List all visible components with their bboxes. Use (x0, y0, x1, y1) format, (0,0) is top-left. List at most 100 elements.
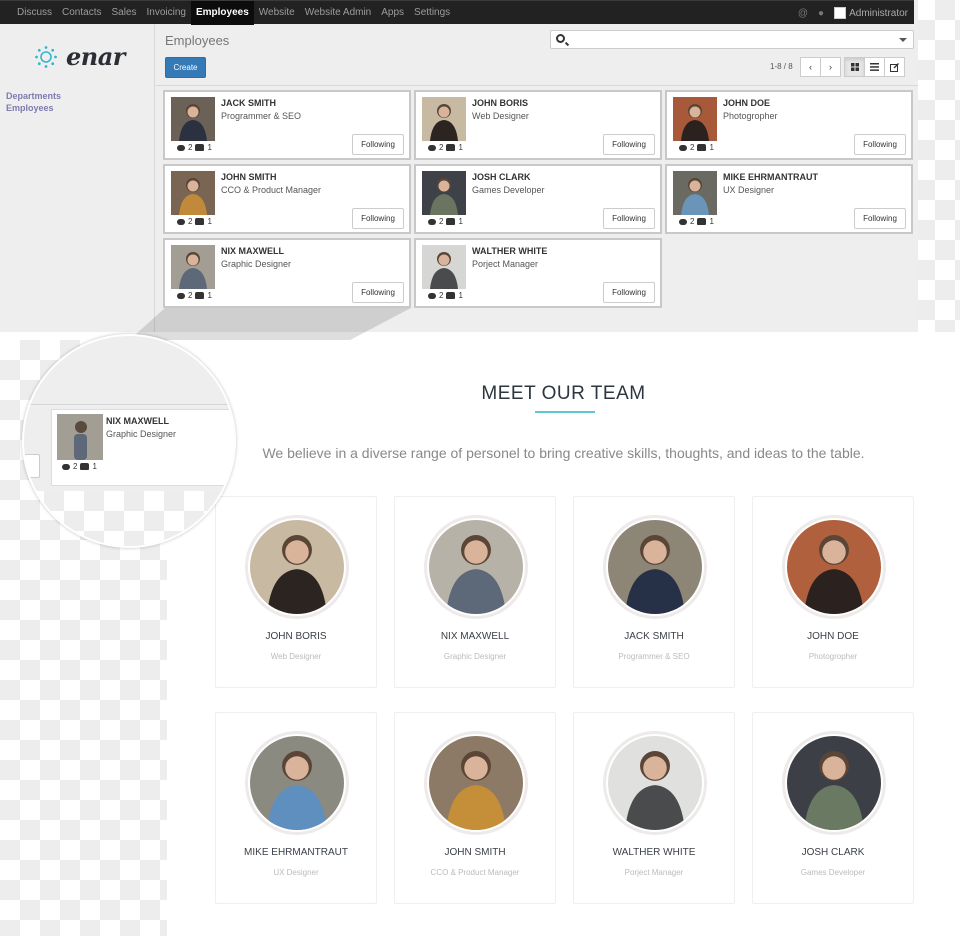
employee-job: Programmer & SEO (221, 111, 302, 121)
employee-card[interactable]: WALTHER WHITE Porject Manager 2 1 Follow… (414, 238, 662, 308)
team-member-card: JOHN DOE Photogropher (752, 496, 914, 688)
member-photo-frame (603, 731, 707, 835)
backend-screenshot: Discuss Contacts Sales Invoicing Employees We… (0, 0, 918, 332)
team-member-card: NIX MAXWELL Graphic Designer (394, 496, 556, 688)
menu-item-website-admin[interactable]: Website Admin (300, 1, 377, 25)
chevron-down-icon[interactable] (899, 38, 907, 42)
pager-previous-button[interactable]: ‹ (800, 57, 821, 77)
employee-photo (673, 171, 717, 215)
pager-next-button[interactable]: › (820, 57, 841, 77)
member-photo (429, 736, 523, 830)
employee-card[interactable]: MIKE EHRMANTRAUT UX Designer 2 1 Followi… (665, 164, 913, 234)
messages-icon (177, 218, 185, 225)
menu-item-website[interactable]: Website (254, 1, 300, 25)
grid-icon (850, 63, 859, 71)
team-description: We believe in a diverse range of persone… (262, 445, 865, 461)
create-button[interactable]: Create (165, 57, 206, 78)
member-photo-frame (424, 515, 528, 619)
following-button[interactable]: Following (352, 282, 404, 303)
message-count: 2 (188, 143, 193, 152)
logo: enar (34, 42, 125, 71)
messages-icon (177, 144, 185, 151)
messages-icon (428, 292, 436, 299)
partial-button (24, 454, 40, 478)
form-view-button[interactable] (884, 57, 905, 77)
user-menu[interactable]: Administrator (834, 7, 908, 19)
menu-item-invoicing[interactable]: Invoicing (142, 1, 191, 25)
control-panel: Employees Create 1-8 / 8 ‹ › (156, 24, 918, 86)
followers-icon (195, 144, 205, 151)
follower-count: 1 (207, 217, 212, 226)
employee-card[interactable]: JACK SMITH Programmer & SEO 2 1 Followin… (163, 90, 411, 160)
menu-item-settings[interactable]: Settings (409, 1, 455, 25)
menu-item-sales[interactable]: Sales (106, 1, 141, 25)
follower-count: 1 (458, 291, 463, 300)
kanban-view-button[interactable] (844, 57, 865, 77)
following-button[interactable]: Following (352, 134, 404, 155)
menu-item-employees[interactable]: Employees (190, 1, 254, 25)
employee-photo (57, 414, 103, 460)
list-icon (870, 63, 879, 71)
messages-icon (177, 292, 185, 299)
message-count: 2 (439, 143, 444, 152)
messages-icon (679, 218, 687, 225)
menu-item-contacts[interactable]: Contacts (57, 1, 106, 25)
employee-job: UX Designer (723, 185, 775, 195)
employee-name: JACK SMITH (221, 98, 277, 108)
employee-photo (422, 245, 466, 289)
member-name: JOHN SMITH (444, 847, 506, 858)
message-count: 2 (439, 291, 444, 300)
following-button[interactable]: Following (352, 208, 404, 229)
divider (24, 404, 234, 405)
following-button[interactable]: Following (854, 208, 906, 229)
follower-count: 1 (207, 291, 212, 300)
list-view-button[interactable] (864, 57, 885, 77)
employee-card[interactable]: JOHN SMITH CCO & Product Manager 2 1 Fol… (163, 164, 411, 234)
team-title: MEET OUR TEAM (481, 383, 646, 404)
member-job: CCO & Product Manager (430, 868, 520, 877)
member-name: JACK SMITH (624, 631, 684, 642)
following-button[interactable]: Following (603, 134, 655, 155)
employee-name: MIKE EHRMANTRAUT (723, 172, 818, 182)
following-button[interactable]: Following (854, 134, 906, 155)
at-icon[interactable]: @ (798, 8, 808, 19)
employee-job: Porject Manager (472, 259, 539, 269)
member-job: Games Developer (800, 868, 866, 877)
follower-count: 1 (458, 143, 463, 152)
follower-count: 1 (709, 143, 714, 152)
sun-logo-icon (35, 45, 57, 68)
employee-photo (422, 97, 466, 141)
member-job: UX Designer (273, 868, 319, 877)
following-button[interactable]: Following (603, 282, 655, 303)
menu-item-apps[interactable]: Apps (376, 1, 409, 25)
menu-item-discuss[interactable]: Discuss (12, 1, 57, 25)
following-button[interactable]: Following (603, 208, 655, 229)
user-name: Administrator (849, 7, 908, 19)
search-input[interactable] (550, 30, 914, 49)
message-count: 2 (73, 462, 78, 471)
employee-job: Photogropher (723, 111, 778, 121)
employee-job: Graphic Designer (221, 259, 292, 269)
employee-card[interactable]: JOSH CLARK Games Developer 2 1 Following (414, 164, 662, 234)
member-name: MIKE EHRMANTRAUT (244, 847, 348, 858)
top-navbar: Discuss Contacts Sales Invoicing Employees We… (0, 0, 914, 25)
followers-icon (446, 144, 456, 151)
employee-card[interactable]: NIX MAXWELL Graphic Designer 2 1 Followi… (163, 238, 411, 308)
employee-photo (171, 97, 215, 141)
follower-count: 1 (92, 462, 97, 471)
sidebar-item-employees[interactable]: Employees (6, 102, 61, 114)
member-job: Photogropher (808, 652, 858, 661)
employee-card[interactable]: JOHN BORIS Web Designer 2 1 Following (414, 90, 662, 160)
message-count: 2 (690, 143, 695, 152)
member-job: Porject Manager (624, 868, 684, 877)
employee-photo (422, 171, 466, 215)
team-member-card: MIKE EHRMANTRAUT UX Designer (215, 712, 377, 904)
employee-photo (673, 97, 717, 141)
chat-bubbles-icon[interactable]: ● (818, 8, 824, 19)
member-photo (608, 736, 702, 830)
chevron-right-icon: › (829, 62, 832, 72)
follower-count: 1 (458, 217, 463, 226)
employee-card[interactable]: JOHN DOE Photogropher 2 1 Following (665, 90, 913, 160)
sidebar-item-departments[interactable]: Departments (6, 90, 61, 102)
member-name: JOHN BORIS (265, 631, 327, 642)
